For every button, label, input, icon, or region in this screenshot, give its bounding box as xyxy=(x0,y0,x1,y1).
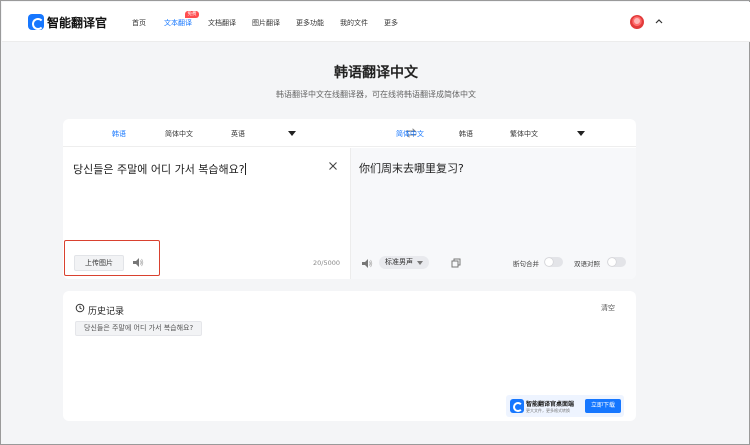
target-lang-dropdown-icon[interactable] xyxy=(577,131,585,136)
desktop-app-promo: 智能翻译官桌面端 更大文件，更多格式转换 立即下载 xyxy=(506,395,624,417)
promo-subtitle: 更大文件，更多格式转换 xyxy=(526,408,570,413)
translation-result-text: 你们周末去哪里复习? xyxy=(359,162,464,175)
merge-sentences-toggle[interactable] xyxy=(544,257,563,267)
char-counter: 20/5000 xyxy=(313,259,341,267)
brand-name[interactable]: 智能翻译官 xyxy=(47,14,107,31)
target-lang-korean[interactable]: 韩语 xyxy=(459,129,473,139)
upload-image-button[interactable]: 上传图片 xyxy=(74,255,124,271)
translation-output-pane: 你们周末去哪里复习? 标准男声 断句合并 双语对照 xyxy=(350,148,636,279)
source-lang-dropdown-icon[interactable] xyxy=(288,131,296,136)
source-lang-english[interactable]: 英语 xyxy=(231,129,245,139)
language-bar: 韩语 简体中文 英语 简体中文 韩语 繁体中文 xyxy=(63,119,636,147)
merge-sentences-label: 断句合并 xyxy=(513,260,539,268)
history-panel: 历史记录 清空 당신들은 주말에 어디 가서 복습해요? 智能翻译官桌面端 更大… xyxy=(63,291,636,421)
download-button[interactable]: 立即下载 xyxy=(585,399,621,413)
page-title: 韩语翻译中文 xyxy=(334,65,418,81)
nav-text-translate[interactable]: 文本翻译 xyxy=(164,18,192,28)
free-badge: 免费 xyxy=(185,11,199,18)
history-title: 历史记录 xyxy=(88,307,125,317)
source-text-input[interactable]: 당신들은 주말에 어디 가서 복습해요? xyxy=(73,161,246,177)
user-avatar[interactable] xyxy=(630,15,644,29)
upload-highlight-box: 上传图片 xyxy=(64,240,160,276)
page-subtitle: 韩语翻译中文在线翻译器，可在线将韩语翻译成简体中文 xyxy=(276,90,476,99)
target-speaker-icon[interactable] xyxy=(361,258,373,269)
nav-image-translate[interactable]: 图片翻译 xyxy=(252,18,280,28)
nav-my-files[interactable]: 我的文件 xyxy=(340,18,368,28)
app-window: 智能翻译官 首页 文本翻译 免费 文档翻译 图片翻译 更多功能 我的文件 更多 … xyxy=(0,0,750,445)
voice-select[interactable]: 标准男声 xyxy=(379,256,429,269)
logo-icon[interactable] xyxy=(28,14,44,30)
target-lang-chinese[interactable]: 简体中文 xyxy=(396,129,424,139)
nav-home[interactable]: 首页 xyxy=(132,18,146,28)
clear-history-button[interactable]: 清空 xyxy=(601,303,615,313)
history-item[interactable]: 당신들은 주말에 어디 가서 복습해요? xyxy=(75,321,203,336)
nav-more-features[interactable]: 更多功能 xyxy=(296,18,324,28)
history-icon xyxy=(75,303,85,313)
nav-doc-translate[interactable]: 文档翻译 xyxy=(208,18,236,28)
target-lang-traditional[interactable]: 繁体中文 xyxy=(510,129,538,139)
bilingual-label: 双语对照 xyxy=(574,260,600,268)
app-logo-icon xyxy=(510,399,524,413)
source-speaker-icon[interactable] xyxy=(132,257,144,268)
nav-more[interactable]: 更多 xyxy=(384,18,398,28)
source-lang-chinese[interactable]: 简体中文 xyxy=(165,129,193,139)
top-navbar: 智能翻译官 首页 文本翻译 免费 文档翻译 图片翻译 更多功能 我的文件 更多 xyxy=(2,2,750,42)
promo-title: 智能翻译官桌面端 xyxy=(526,401,575,408)
source-lang-korean[interactable]: 韩语 xyxy=(112,129,126,139)
chevron-up-icon[interactable] xyxy=(654,16,664,26)
bilingual-toggle[interactable] xyxy=(607,257,626,267)
clear-icon[interactable] xyxy=(328,161,338,171)
translate-card: 韩语 简体中文 英语 简体中文 韩语 繁体中文 당신들은 주말에 어디 가서 복… xyxy=(63,119,636,279)
copy-icon[interactable] xyxy=(451,258,461,268)
